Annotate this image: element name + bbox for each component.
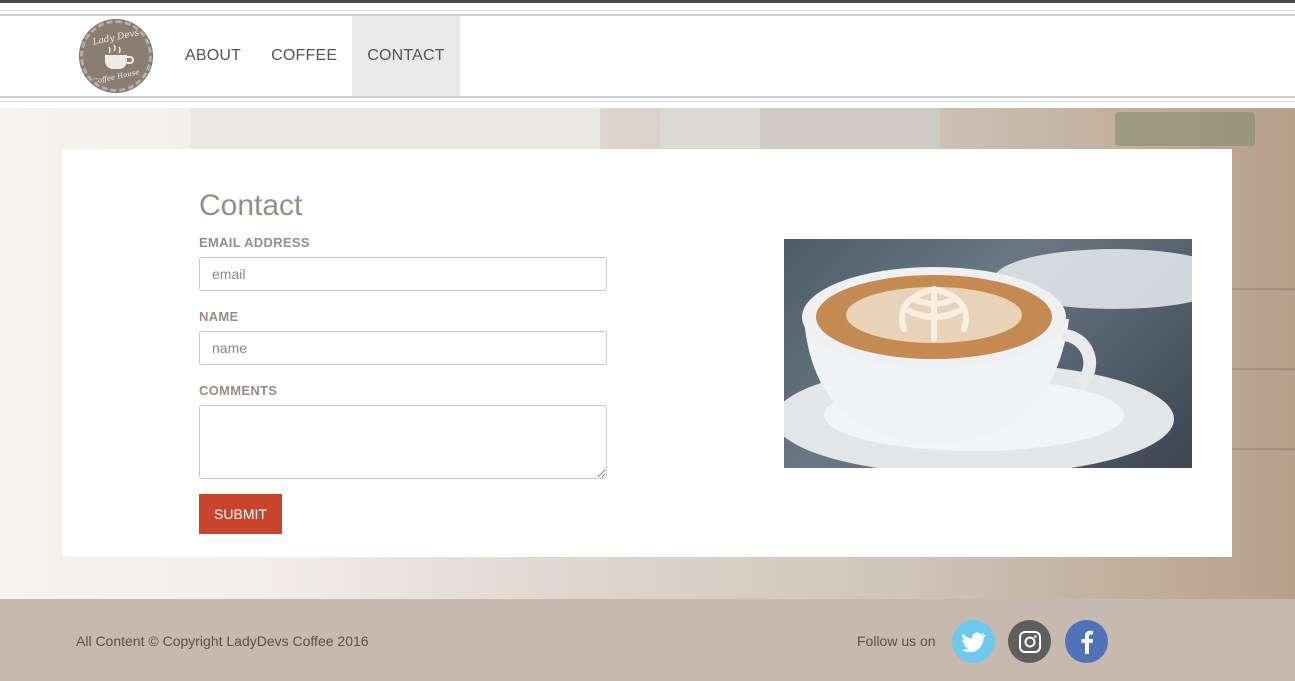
- background-plank: [1232, 368, 1295, 370]
- contact-card: Contact EMAIL ADDRESS NAME COMMENTS SUBM…: [62, 149, 1232, 557]
- site-footer: All Content © Copyright LadyDevs Coffee …: [0, 599, 1295, 681]
- background-window: [190, 108, 600, 153]
- name-label: NAME: [199, 309, 239, 324]
- top-border: [0, 0, 1295, 3]
- twitter-icon[interactable]: [952, 620, 995, 663]
- submit-button[interactable]: SUBMIT: [199, 494, 282, 534]
- nav-item-about[interactable]: ABOUT: [170, 16, 256, 96]
- background-window: [660, 108, 760, 153]
- background-plank: [1232, 288, 1295, 290]
- background-sign: [1115, 112, 1255, 146]
- twitter-bird-glyph: [961, 632, 986, 652]
- facebook-f-glyph: [1081, 630, 1093, 654]
- email-field[interactable]: [199, 257, 607, 291]
- background-window: [760, 108, 940, 153]
- latte-cup-illustration: [784, 249, 1192, 468]
- nav-item-contact[interactable]: CONTACT: [352, 16, 460, 96]
- site-header: Lady Devs Coffee House ABOUT COFFEE CONT…: [0, 10, 1295, 102]
- coffee-photo: [784, 239, 1192, 468]
- follow-label: Follow us on: [857, 633, 936, 649]
- nav-item-coffee[interactable]: COFFEE: [256, 16, 352, 96]
- coffee-cup-icon: [105, 45, 134, 69]
- comments-field[interactable]: [199, 405, 607, 479]
- instagram-camera-glyph: [1018, 630, 1041, 653]
- email-label: EMAIL ADDRESS: [199, 235, 310, 250]
- copyright-text: All Content © Copyright LadyDevs Coffee …: [76, 633, 369, 649]
- facebook-icon[interactable]: [1065, 620, 1108, 663]
- instagram-icon[interactable]: [1008, 620, 1051, 663]
- logo[interactable]: Lady Devs Coffee House: [80, 20, 152, 92]
- name-field[interactable]: [199, 331, 607, 365]
- comments-label: COMMENTS: [199, 383, 278, 398]
- main-nav: ABOUT COFFEE CONTACT: [170, 16, 460, 96]
- background-plank: [1232, 448, 1295, 450]
- page-title: Contact: [199, 189, 303, 222]
